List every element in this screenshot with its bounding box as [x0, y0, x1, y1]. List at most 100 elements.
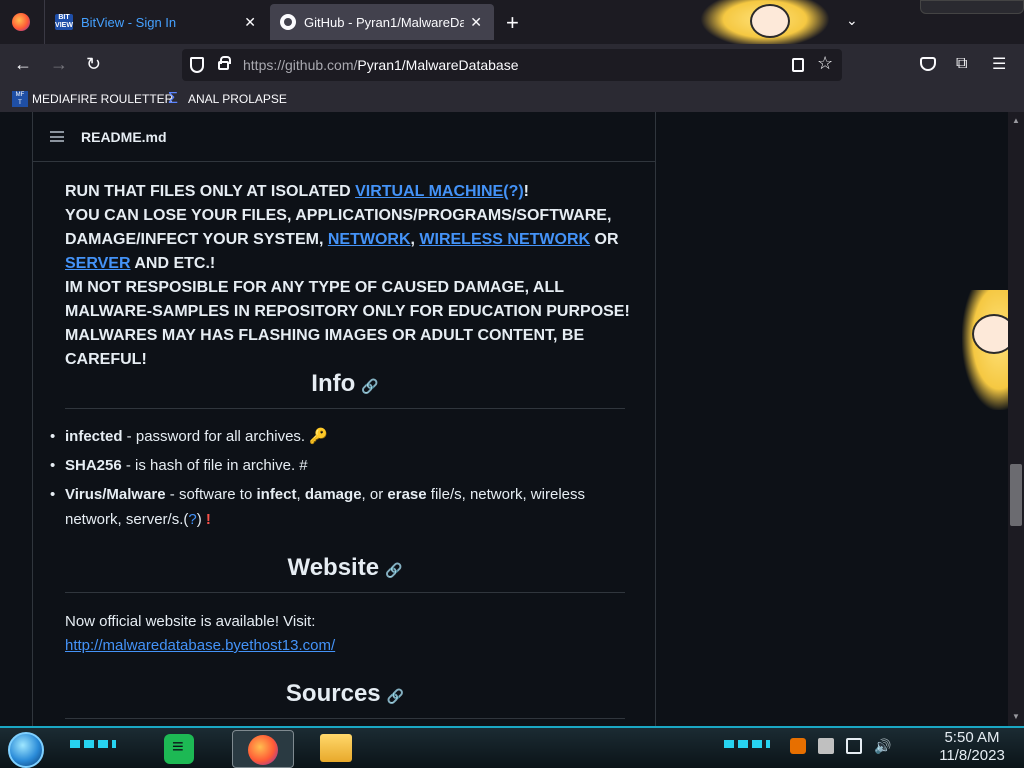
heading-sources: Sources 🔗: [65, 680, 625, 708]
tab-bitview[interactable]: BIT VIEW BitView - Sign In ✕: [44, 0, 268, 44]
bookmark-label: MEDIAFIRE ROULETTER: [32, 92, 174, 106]
virtual-machine-link[interactable]: VIRTUAL MACHINE: [355, 183, 503, 200]
volume-icon[interactable]: 🔊: [874, 738, 891, 754]
text: AND ETC.!: [130, 255, 216, 272]
scroll-thumb[interactable]: [1010, 464, 1022, 526]
website-link[interactable]: http://malwaredatabase.byethost13.com/: [65, 637, 335, 654]
url-text[interactable]: https://github.com/Pyran1/MalwareDatabas…: [243, 57, 519, 73]
pocket-icon[interactable]: [920, 57, 936, 71]
list-item: SHA256 - is hash of file in archive. #: [50, 453, 630, 478]
new-tab-button[interactable]: +: [506, 10, 519, 36]
link-anchor-icon[interactable]: 🔗: [385, 562, 402, 578]
url-host: https://github.com/: [243, 57, 358, 73]
divider: [65, 718, 625, 719]
wireless-network-link[interactable]: WIRELESS NETWORK: [419, 231, 590, 248]
decoration: [70, 740, 116, 748]
character-sticker-image: [700, 0, 830, 48]
lock-icon[interactable]: [218, 56, 231, 70]
action-center-flag-icon[interactable]: [818, 738, 834, 754]
question-link[interactable]: ?: [509, 183, 519, 200]
url-path: Pyran1/MalwareDatabase: [357, 57, 519, 73]
divider: [65, 408, 625, 409]
bold-text: SHA256: [65, 457, 122, 474]
page-content: README.md RUN THAT FILES ONLY AT ISOLATE…: [0, 112, 1024, 726]
exclamation-icon: !: [205, 511, 211, 528]
close-icon[interactable]: ✕: [470, 14, 482, 31]
link-anchor-icon[interactable]: 🔗: [361, 378, 378, 394]
system-tray: 🔊: [790, 738, 891, 754]
bitview-icon: BIT VIEW: [55, 14, 73, 30]
file-explorer-icon[interactable]: [320, 734, 352, 762]
firefox-icon: [248, 735, 278, 765]
spotify-icon[interactable]: [164, 734, 194, 764]
list-item: Virus/Malware - software to infect, dama…: [50, 482, 630, 532]
scrollbar[interactable]: ▲ ▼: [1008, 112, 1024, 726]
key-icon: 🔑: [309, 428, 328, 445]
taskbar: 🔊 5:50 AM 11/8/2023: [0, 726, 1024, 768]
hash-icon: #: [299, 457, 308, 474]
bookmarks-toolbar: MF T MEDIAFIRE ROULETTER Σ ANAL PROLAPSE: [0, 86, 1024, 112]
scroll-up-icon[interactable]: ▲: [1012, 116, 1020, 125]
website-paragraph: Now official website is available! Visit…: [65, 610, 335, 658]
text: DAMAGE/INFECT YOUR SYSTEM,: [65, 231, 328, 248]
sigma-icon: Σ: [168, 90, 178, 107]
github-icon: [280, 14, 296, 30]
text: - password for all archives.: [122, 428, 310, 445]
heading-text: Website: [287, 554, 380, 581]
network-icon[interactable]: [846, 738, 862, 754]
clock[interactable]: 5:50 AM 11/8/2023: [930, 729, 1014, 765]
heading-text: Sources: [285, 680, 381, 707]
extensions-icon[interactable]: ⧉: [956, 55, 967, 73]
reader-view-icon[interactable]: [792, 58, 804, 72]
text: Now official website is available! Visit…: [65, 613, 316, 630]
navigation-bar: ← → ↻ https://github.com/Pyran1/MalwareD…: [0, 44, 1024, 86]
start-button[interactable]: [8, 732, 44, 768]
bold-text: infected: [65, 428, 123, 445]
java-icon[interactable]: [790, 738, 806, 754]
mediafire-icon: MF T: [12, 91, 28, 107]
tab-title: GitHub - Pyran1/MalwareDatab: [304, 14, 464, 30]
taskbar-firefox-button[interactable]: [232, 730, 294, 768]
divider: [65, 592, 625, 593]
readme-title: README.md: [81, 129, 167, 145]
text: , or: [361, 486, 388, 503]
question-link[interactable]: ?: [188, 511, 196, 528]
text: - software to: [165, 486, 257, 503]
forward-arrow-icon[interactable]: →: [50, 54, 68, 75]
bookmark-anal-prolapse[interactable]: Σ ANAL PROLAPSE: [168, 91, 287, 107]
info-list: infected - password for all archives. 🔑 …: [50, 424, 630, 536]
reload-icon[interactable]: ↻: [86, 54, 101, 75]
back-arrow-icon[interactable]: ←: [14, 54, 32, 75]
text: RUN THAT FILES ONLY AT ISOLATED: [65, 183, 356, 200]
network-link[interactable]: NETWORK: [328, 231, 411, 248]
close-icon[interactable]: ✕: [244, 14, 256, 31]
text: ,: [296, 486, 305, 503]
bold-text: Virus/Malware: [65, 486, 166, 503]
list-item: infected - password for all archives. 🔑: [50, 424, 630, 449]
menu-icon[interactable]: ☰: [992, 54, 1006, 74]
text: YOU CAN LOSE YOUR FILES, APPLICATIONS/PR…: [65, 207, 612, 224]
text: - is hash of file in archive.: [121, 457, 300, 474]
url-bar[interactable]: https://github.com/Pyran1/MalwareDatabas…: [182, 49, 842, 81]
tab-title: BitView - Sign In: [81, 14, 177, 30]
list-outline-icon[interactable]: [50, 131, 64, 142]
clock-time: 5:50 AM: [944, 729, 1000, 746]
text: MALWARES MAY HAS FLASHING IMAGES OR ADUL…: [65, 327, 585, 368]
chevron-down-icon[interactable]: ⌄: [846, 12, 858, 29]
heading-info: Info 🔗: [65, 370, 625, 398]
server-link[interactable]: SERVER: [65, 255, 131, 272]
bookmark-mediafire-rouletter[interactable]: MF T MEDIAFIRE ROULETTER: [12, 91, 173, 107]
scroll-down-icon[interactable]: ▼: [1012, 712, 1020, 721]
bookmark-star-icon[interactable]: ☆: [817, 53, 833, 74]
link-anchor-icon[interactable]: 🔗: [387, 688, 404, 704]
bold-text: erase: [387, 486, 427, 503]
tab-github[interactable]: GitHub - Pyran1/MalwareDatab ✕: [270, 4, 494, 40]
window-controls[interactable]: [920, 0, 1024, 14]
shield-icon[interactable]: [190, 57, 204, 73]
text: ): [196, 511, 206, 528]
firefox-icon[interactable]: [12, 13, 30, 31]
bookmark-label: ANAL PROLAPSE: [188, 92, 287, 106]
readme-header: README.md: [33, 112, 655, 162]
heading-website: Website 🔗: [65, 554, 625, 582]
bold-text: infect: [256, 486, 297, 503]
